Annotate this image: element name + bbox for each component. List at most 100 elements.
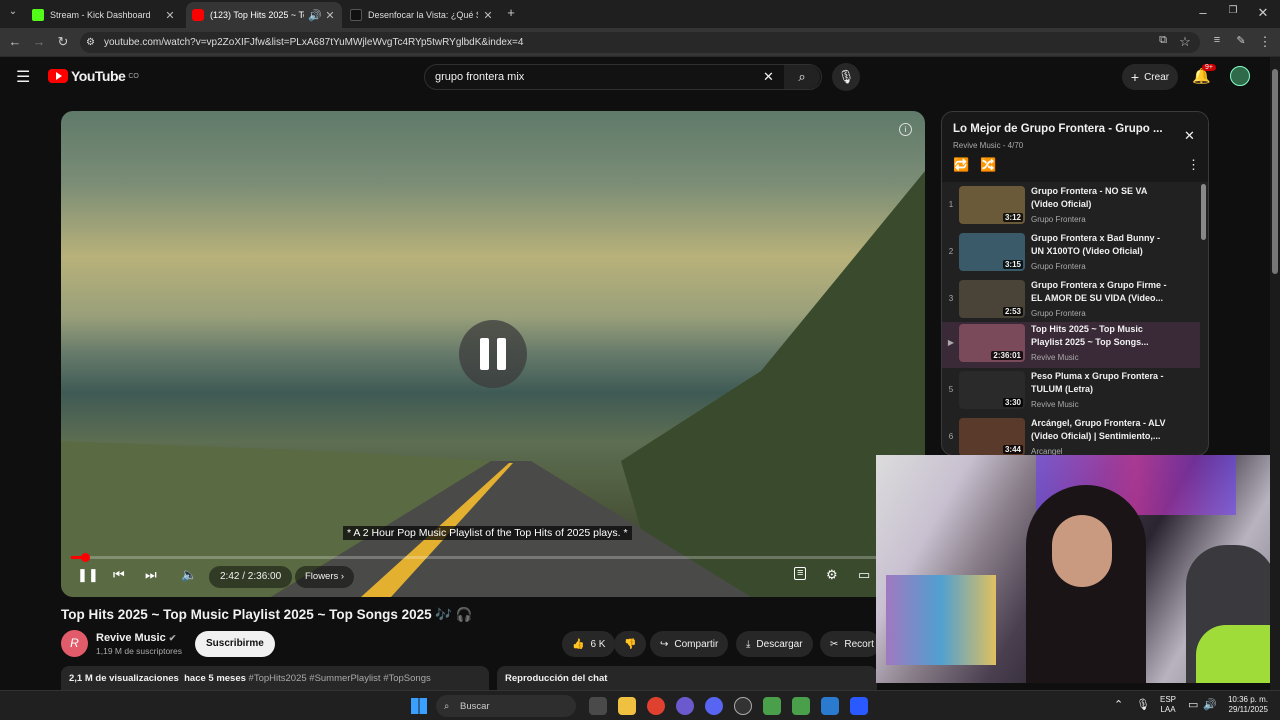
reload-icon[interactable]: ↻ <box>54 34 72 50</box>
taskbar-search[interactable]: ⌕ Buscar <box>436 695 576 717</box>
minimize-icon[interactable]: – <box>1194 5 1212 20</box>
app-3-icon[interactable] <box>821 697 839 715</box>
channel-avatar[interactable]: R <box>61 630 88 657</box>
notifications-button[interactable]: 🔔 9+ <box>1192 64 1216 85</box>
voice-search-button[interactable]: 🎙 <box>832 63 860 91</box>
item-title[interactable]: Grupo Frontera - NO SE VA (Video Oficial… <box>1031 185 1171 211</box>
hamburger-menu-icon[interactable]: ☰ <box>16 67 30 87</box>
tab-kick[interactable]: Stream - Kick Dashboard ✕ <box>26 2 182 28</box>
theater-mode-icon[interactable]: ▭ <box>858 567 870 583</box>
item-title[interactable]: Arcángel, Grupo Frontera - ALV (Video Of… <box>1031 417 1171 443</box>
description-box[interactable]: 2,1 M de visualizaciones hace 5 meses #T… <box>61 666 489 690</box>
playlist-title[interactable]: Lo Mejor de Grupo Frontera - Grupo ... <box>953 123 1178 135</box>
video-player[interactable]: i * A 2 Hour Pop Music Playlist of the T… <box>61 111 925 597</box>
media-control-icon[interactable]: ≡ <box>1208 34 1226 46</box>
tab-tiktok[interactable]: Desenfocar la Vista: ¿Qué Signi ✕ <box>344 2 500 28</box>
webcam-overlay <box>876 455 1280 683</box>
create-button[interactable]: + Crear <box>1122 64 1178 90</box>
channel-name[interactable]: Revive Music ✔ <box>96 632 176 644</box>
item-thumbnail[interactable]: 3:15 <box>959 233 1025 271</box>
bookmark-star-icon[interactable]: ☆ <box>1176 34 1194 50</box>
discord-icon[interactable] <box>705 697 723 715</box>
item-thumbnail[interactable]: 2:36:01 <box>959 324 1025 362</box>
playlist-item[interactable]: 1 3:12 Grupo Frontera - NO SE VA (Video … <box>942 184 1200 230</box>
clock[interactable]: 10:36 p. m. 29/11/2025 <box>1226 695 1268 715</box>
info-icon[interactable]: i <box>899 123 912 136</box>
stacked-app-icon[interactable] <box>763 697 781 715</box>
playlist-subtitle[interactable]: Revive Music - 4/70 <box>953 141 1023 150</box>
volume-icon[interactable]: 🔈 <box>181 567 197 583</box>
shuffle-icon[interactable]: 🔀 <box>980 157 996 173</box>
dislike-button[interactable]: 👎 <box>614 631 647 657</box>
close-tab-icon[interactable]: ✕ <box>324 9 336 22</box>
loop-icon[interactable]: 🔁 <box>953 157 969 173</box>
item-title[interactable]: Grupo Frontera x Bad Bunny - UN X100TO (… <box>1031 232 1171 258</box>
playlist-item[interactable]: 2 3:15 Grupo Frontera x Bad Bunny - UN X… <box>942 231 1200 277</box>
item-title[interactable]: Peso Pluma x Grupo Frontera - TULUM (Let… <box>1031 370 1171 396</box>
speaker-icon[interactable]: 🔊 <box>1203 698 1217 711</box>
playlist-scrollbar[interactable] <box>1201 184 1206 240</box>
avatar[interactable] <box>1230 66 1250 86</box>
subtitles-icon[interactable]: ≡ <box>794 567 807 580</box>
tray-chevron-icon[interactable]: ⌃ <box>1114 698 1123 711</box>
playlist-item[interactable]: 3 2:53 Grupo Frontera x Grupo Firme - EL… <box>942 278 1200 324</box>
like-button[interactable]: 👍 6 K <box>562 631 616 657</box>
close-playlist-icon[interactable]: ✕ <box>1184 128 1195 144</box>
restore-icon[interactable]: ❐ <box>1224 5 1242 16</box>
stacked-app-2-icon[interactable] <box>792 697 810 715</box>
previous-button[interactable]: ⏮ <box>113 567 125 583</box>
item-thumbnail[interactable]: 2:53 <box>959 280 1025 318</box>
chrome-icon[interactable] <box>647 697 665 715</box>
close-tab-icon[interactable]: ✕ <box>482 9 494 22</box>
url-field[interactable]: ⚙ youtube.com/watch?v=vp2ZoXIFJfw&list=P… <box>80 32 1200 53</box>
item-thumbnail[interactable]: 3:30 <box>959 371 1025 409</box>
search-input[interactable]: grupo frontera mix ✕ <box>424 64 822 90</box>
tray-mic-icon[interactable]: 🎙 <box>1136 698 1150 711</box>
playlist-menu-icon[interactable]: ⋮ <box>1187 157 1200 173</box>
playlist-item[interactable]: 6 3:44 Arcángel, Grupo Frontera - ALV (V… <box>942 416 1200 455</box>
subscribe-button[interactable]: Suscribirme <box>195 631 275 657</box>
share-button[interactable]: ↪ Compartir <box>650 631 729 657</box>
clear-search-icon[interactable]: ✕ <box>763 69 774 85</box>
item-thumbnail[interactable]: 3:44 <box>959 418 1025 455</box>
close-tab-icon[interactable]: ✕ <box>164 9 176 22</box>
language-indicator[interactable]: ESP LAA <box>1160 695 1176 715</box>
item-thumbnail[interactable]: 3:12 <box>959 186 1025 224</box>
new-tab-icon[interactable]: + <box>502 5 520 20</box>
app-icon[interactable] <box>676 697 694 715</box>
settings-gear-icon[interactable]: ⚙ <box>826 567 838 583</box>
install-icon[interactable]: ⧉ <box>1154 34 1172 47</box>
obs-icon[interactable] <box>734 697 752 715</box>
file-explorer-icon[interactable] <box>618 697 636 715</box>
chat-replay-header[interactable]: Reproducción del chat <box>497 666 877 690</box>
menu-dots-icon[interactable]: ⋮ <box>1256 34 1274 50</box>
pause-button[interactable]: ❚❚ <box>77 567 99 583</box>
forward-icon[interactable]: → <box>30 34 48 49</box>
tab-search-icon[interactable]: ⌄ <box>4 6 22 17</box>
playlist-item-current[interactable]: ▶ 2:36:01 Top Hits 2025 ~ Top Music Play… <box>942 322 1200 368</box>
youtube-logo[interactable]: YouTube CO <box>48 68 139 84</box>
progress-bar[interactable] <box>71 553 915 562</box>
hashtags[interactable]: #TopHits2025 #SummerPlaylist #TopSongs <box>249 673 431 684</box>
profile-icon[interactable]: ✎ <box>1232 34 1250 47</box>
search-button[interactable]: ⌕ <box>784 65 820 89</box>
back-icon[interactable]: ← <box>6 34 24 49</box>
task-view-icon[interactable] <box>589 697 607 715</box>
center-pause-indicator[interactable] <box>459 320 527 388</box>
page-scrollbar-thumb[interactable] <box>1272 69 1278 274</box>
item-title[interactable]: Grupo Frontera x Grupo Firme - EL AMOR D… <box>1031 279 1171 305</box>
tab-youtube[interactable]: (123) Top Hits 2025 ~ Top M 🔊 ✕ <box>186 2 342 28</box>
playlist-item[interactable]: 5 3:30 Peso Pluma x Grupo Frontera - TUL… <box>942 369 1200 415</box>
mute-tab-icon[interactable]: 🔊 <box>308 9 322 22</box>
next-button[interactable]: ⏭ <box>145 567 157 583</box>
download-button[interactable]: ⤓ Descargar <box>736 631 813 657</box>
windows-start-icon[interactable] <box>411 698 427 714</box>
page-scrollbar[interactable] <box>1270 57 1280 690</box>
clip-button[interactable]: ✂ Recort <box>820 631 880 657</box>
app-4-icon[interactable] <box>850 697 868 715</box>
close-window-icon[interactable]: ✕ <box>1254 5 1272 21</box>
site-info-icon[interactable]: ⚙ <box>86 37 95 48</box>
network-icon[interactable]: ▭ <box>1188 698 1198 711</box>
item-title[interactable]: Top Hits 2025 ~ Top Music Playlist 2025 … <box>1031 323 1171 349</box>
chapter-button[interactable]: Flowers › <box>295 566 355 588</box>
